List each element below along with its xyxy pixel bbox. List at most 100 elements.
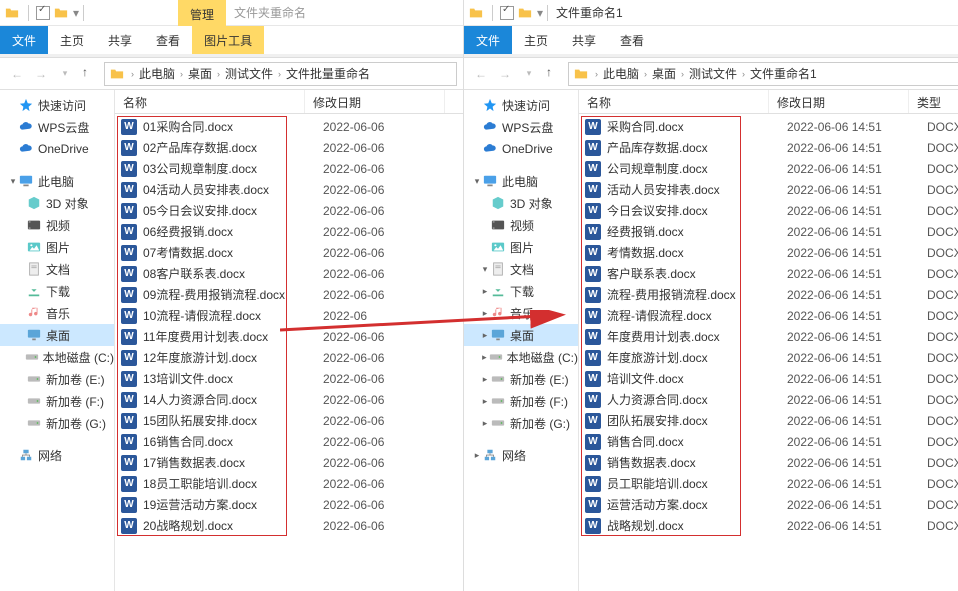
nav-item-图片[interactable]: 图片	[464, 236, 578, 258]
nav-tree[interactable]: 快速访问WPS云盘OneDrive▾此电脑3D 对象视频图片▾文档▸下载▸音乐▸…	[464, 90, 579, 591]
file-row[interactable]: W采购合同.docx2022-06-06 14:51DOCX	[579, 116, 958, 137]
ribbon-tab-主页[interactable]: 主页	[512, 26, 560, 54]
nav-item-视频[interactable]: 视频	[0, 214, 114, 236]
file-row[interactable]: W03公司规章制度.docx2022-06-06	[115, 158, 463, 179]
file-row[interactable]: W公司规章制度.docx2022-06-06 14:51DOCX	[579, 158, 958, 179]
nav-item-桌面[interactable]: ▸桌面	[464, 324, 578, 346]
nav-item-网络[interactable]: ▸网络	[464, 444, 578, 466]
file-row[interactable]: W今日会议安排.docx2022-06-06 14:51DOCX	[579, 200, 958, 221]
breadcrumb-part[interactable]: 桌面	[649, 65, 679, 82]
ribbon-tab-文件[interactable]: 文件	[0, 26, 48, 54]
file-row[interactable]: W客户联系表.docx2022-06-06 14:51DOCX	[579, 263, 958, 284]
breadcrumb-part[interactable]: 文件重命名1	[747, 65, 820, 82]
column-headers[interactable]: 名称 修改日期	[115, 90, 463, 114]
nav-item-文档[interactable]: ▾文档	[464, 258, 578, 280]
ribbon-tab-共享[interactable]: 共享	[560, 26, 608, 54]
file-row[interactable]: W年度旅游计划.docx2022-06-06 14:51DOCX	[579, 347, 958, 368]
file-row[interactable]: W流程-请假流程.docx2022-06-06 14:51DOCX	[579, 305, 958, 326]
nav-item-此电脑[interactable]: ▾此电脑	[0, 170, 114, 192]
nav-item-WPS云盘[interactable]: WPS云盘	[0, 116, 114, 138]
file-row[interactable]: W流程-费用报销流程.docx2022-06-06 14:51DOCX	[579, 284, 958, 305]
nav-item-WPS云盘[interactable]: WPS云盘	[464, 116, 578, 138]
nav-item-音乐[interactable]: 音乐	[0, 302, 114, 324]
file-row[interactable]: W人力资源合同.docx2022-06-06 14:51DOCX	[579, 389, 958, 410]
file-row[interactable]: W战略规划.docx2022-06-06 14:51DOCX	[579, 515, 958, 536]
forward-button[interactable]: →	[494, 63, 516, 85]
nav-item-图片[interactable]: 图片	[0, 236, 114, 258]
nav-item-新加卷 (G:)[interactable]: 新加卷 (G:)	[0, 412, 114, 434]
ribbon-tab-共享[interactable]: 共享	[96, 26, 144, 54]
file-row[interactable]: W11年度费用计划表.docx2022-06-06	[115, 326, 463, 347]
history-dropdown[interactable]: ▾	[54, 63, 76, 85]
nav-item-快速访问[interactable]: 快速访问	[0, 94, 114, 116]
folder-icon[interactable]	[53, 5, 69, 21]
header-type[interactable]: 类型	[909, 90, 958, 113]
folder-icon[interactable]	[517, 5, 533, 21]
nav-item-下载[interactable]: 下载	[0, 280, 114, 302]
column-headers[interactable]: 名称 修改日期 类型	[579, 90, 958, 114]
ribbon-tab-主页[interactable]: 主页	[48, 26, 96, 54]
ribbon-tab-查看[interactable]: 查看	[144, 26, 192, 54]
ribbon-tab-查看[interactable]: 查看	[608, 26, 656, 54]
up-button[interactable]: ↑	[546, 65, 564, 83]
nav-item-新加卷 (F:)[interactable]: ▸新加卷 (F:)	[464, 390, 578, 412]
file-list[interactable]: W采购合同.docx2022-06-06 14:51DOCXW产品库存数据.do…	[579, 114, 958, 536]
header-name[interactable]: 名称	[115, 90, 305, 113]
file-row[interactable]: W20战略规划.docx2022-06-06	[115, 515, 463, 536]
nav-tree[interactable]: 快速访问WPS云盘OneDrive ▾此电脑3D 对象视频图片文档下载音乐桌面本地…	[0, 90, 115, 591]
ribbon-tab-文件[interactable]: 文件	[464, 26, 512, 54]
file-row[interactable]: W13培训文件.docx2022-06-06	[115, 368, 463, 389]
nav-item-快速访问[interactable]: 快速访问	[464, 94, 578, 116]
file-row[interactable]: W01采购合同.docx2022-06-06	[115, 116, 463, 137]
file-row[interactable]: W18员工职能培训.docx2022-06-06	[115, 473, 463, 494]
nav-item-新加卷 (F:)[interactable]: 新加卷 (F:)	[0, 390, 114, 412]
back-button[interactable]: ←	[6, 63, 28, 85]
file-row[interactable]: W08客户联系表.docx2022-06-06	[115, 263, 463, 284]
file-row[interactable]: W09流程-费用报销流程.docx2022-06-06	[115, 284, 463, 305]
file-row[interactable]: W05今日会议安排.docx2022-06-06	[115, 200, 463, 221]
qa-checkbox[interactable]	[36, 6, 50, 20]
breadcrumb-part[interactable]: 文件批量重命名	[283, 65, 373, 82]
history-dropdown[interactable]: ▾	[518, 63, 540, 85]
nav-item-下载[interactable]: ▸下载	[464, 280, 578, 302]
nav-item-文档[interactable]: 文档	[0, 258, 114, 280]
file-row[interactable]: W活动人员安排表.docx2022-06-06 14:51DOCX	[579, 179, 958, 200]
breadcrumb[interactable]: › 此电脑›桌面›测试文件›文件批量重命名	[104, 62, 457, 86]
breadcrumb-part[interactable]: 此电脑	[136, 65, 178, 82]
nav-item-新加卷 (G:)[interactable]: ▸新加卷 (G:)	[464, 412, 578, 434]
file-row[interactable]: W运营活动方案.docx2022-06-06 14:51DOCX	[579, 494, 958, 515]
breadcrumb-part[interactable]: 测试文件	[686, 65, 740, 82]
header-date[interactable]: 修改日期	[305, 90, 445, 113]
context-tab-manage[interactable]: 管理	[178, 0, 226, 28]
breadcrumb-part[interactable]: 此电脑	[600, 65, 642, 82]
nav-item-桌面[interactable]: 桌面	[0, 324, 114, 346]
file-row[interactable]: W培训文件.docx2022-06-06 14:51DOCX	[579, 368, 958, 389]
nav-item-音乐[interactable]: ▸音乐	[464, 302, 578, 324]
file-row[interactable]: W15团队拓展安排.docx2022-06-06	[115, 410, 463, 431]
file-row[interactable]: W产品库存数据.docx2022-06-06 14:51DOCX	[579, 137, 958, 158]
breadcrumb[interactable]: › 此电脑›桌面›测试文件›文件重命名1	[568, 62, 958, 86]
nav-item-3D 对象[interactable]: 3D 对象	[0, 192, 114, 214]
nav-item-OneDrive[interactable]: OneDrive	[0, 138, 114, 160]
qa-checkbox[interactable]	[500, 6, 514, 20]
file-row[interactable]: W年度费用计划表.docx2022-06-06 14:51DOCX	[579, 326, 958, 347]
file-row[interactable]: W17销售数据表.docx2022-06-06	[115, 452, 463, 473]
file-row[interactable]: W07考情数据.docx2022-06-06	[115, 242, 463, 263]
nav-item-本地磁盘 (C:)[interactable]: 本地磁盘 (C:)	[0, 346, 114, 368]
nav-item-视频[interactable]: 视频	[464, 214, 578, 236]
up-button[interactable]: ↑	[82, 65, 100, 83]
file-row[interactable]: W销售合同.docx2022-06-06 14:51DOCX	[579, 431, 958, 452]
ribbon-tab-context[interactable]: 图片工具	[192, 26, 264, 54]
nav-item-OneDrive[interactable]: OneDrive	[464, 138, 578, 160]
forward-button[interactable]: →	[30, 63, 52, 85]
file-row[interactable]: W19运营活动方案.docx2022-06-06	[115, 494, 463, 515]
header-date[interactable]: 修改日期	[769, 90, 909, 113]
nav-item-3D 对象[interactable]: 3D 对象	[464, 192, 578, 214]
file-row[interactable]: W04活动人员安排表.docx2022-06-06	[115, 179, 463, 200]
back-button[interactable]: ←	[470, 63, 492, 85]
nav-item-此电脑[interactable]: ▾此电脑	[464, 170, 578, 192]
file-row[interactable]: W员工职能培训.docx2022-06-06 14:51DOCX	[579, 473, 958, 494]
file-row[interactable]: W06经费报销.docx2022-06-06	[115, 221, 463, 242]
file-row[interactable]: W销售数据表.docx2022-06-06 14:51DOCX	[579, 452, 958, 473]
header-name[interactable]: 名称	[579, 90, 769, 113]
